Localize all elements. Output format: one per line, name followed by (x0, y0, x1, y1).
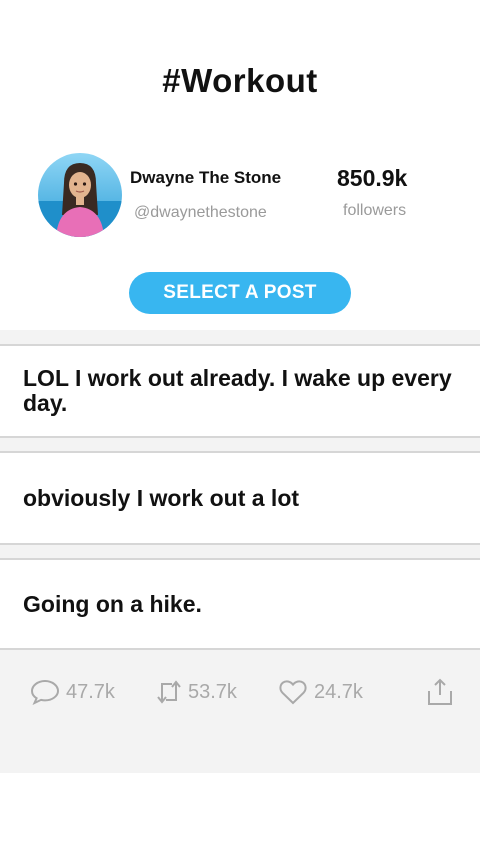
followers-label: followers (343, 202, 407, 219)
post-text: LOL I work out already. I wake up every … (23, 365, 452, 416)
heart-icon (279, 680, 307, 705)
share-button[interactable] (425, 672, 455, 712)
post-option-3[interactable]: Going on a hike. (0, 558, 480, 650)
post-option-2[interactable]: obviously I work out a lot (0, 451, 480, 545)
retweet-button[interactable]: 53.7k (156, 672, 237, 712)
followers-count: 850.9k (337, 165, 408, 191)
post-actions-bar: 47.7k 53.7k 24.7k (0, 672, 480, 712)
share-icon (428, 678, 452, 705)
post-text: obviously I work out a lot (23, 485, 300, 511)
retweet-icon (157, 680, 181, 704)
like-button[interactable]: 24.7k (278, 672, 363, 712)
page-title: #Workout (162, 62, 318, 99)
comment-icon (30, 679, 60, 705)
reply-count: 47.7k (66, 680, 115, 703)
like-count: 24.7k (314, 680, 363, 703)
profile-card: Dwayne The Stone @dwaynethestone 850.9k … (0, 153, 480, 243)
retweet-count: 53.7k (188, 680, 237, 703)
profile-name: Dwayne The Stone (130, 168, 282, 187)
reply-button[interactable]: 47.7k (30, 672, 115, 712)
post-text: Going on a hike. (23, 591, 202, 617)
select-post-button[interactable]: SELECT A POST (129, 272, 351, 314)
avatar (38, 153, 122, 237)
profile-handle: @dwaynethestone (134, 204, 267, 221)
post-option-1[interactable]: LOL I work out already. I wake up every … (0, 344, 480, 438)
